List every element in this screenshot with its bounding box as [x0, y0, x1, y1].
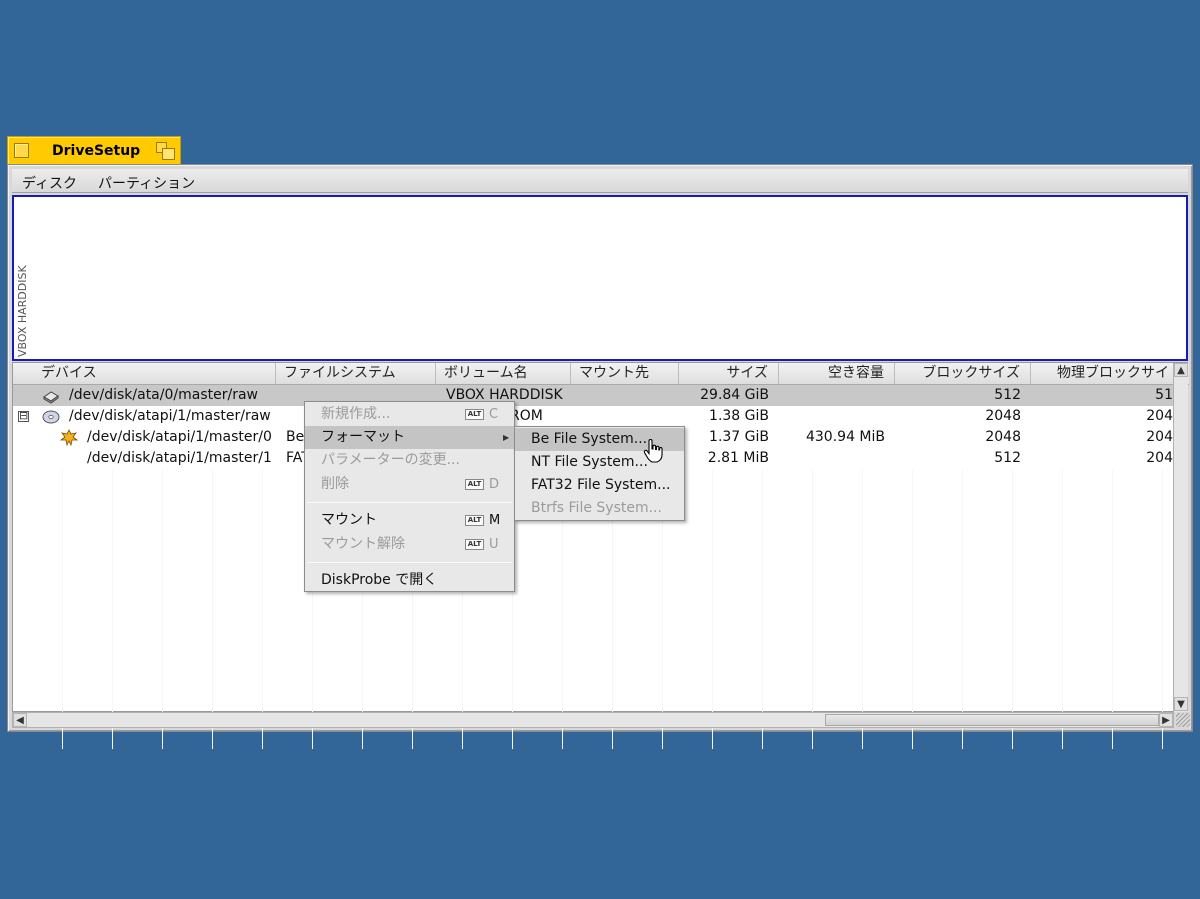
- menu-item-new-label: 新規作成...: [321, 406, 391, 422]
- table-row[interactable]: /dev/disk/ata/0/master/raw VBOX HARDDISK…: [13, 385, 1173, 406]
- cell-physical-block-size: 51: [1155, 387, 1173, 403]
- device-list[interactable]: デバイス ファイルシステム ボリューム名 マウント先 サイズ 空き容量 ブロック…: [12, 362, 1189, 749]
- horizontal-scroll-thumb[interactable]: [825, 714, 1159, 726]
- cell-size: 2.81 MiB: [707, 450, 769, 466]
- column-size[interactable]: サイズ: [679, 363, 779, 384]
- shortcut-mount: M: [489, 513, 501, 528]
- scroll-right-icon[interactable]: ▶: [1159, 713, 1173, 727]
- cell-block-size: 512: [994, 387, 1021, 403]
- window-title: DriveSetup: [52, 143, 141, 159]
- menu-item-format[interactable]: フォーマット ▶: [305, 426, 514, 449]
- cdrom-icon: [42, 410, 60, 424]
- menu-item-be-file-system-label: Be File System...: [531, 431, 648, 447]
- cell-device: /dev/disk/atapi/1/master/raw: [69, 408, 271, 424]
- cell-physical-block-size: 204: [1146, 450, 1173, 466]
- menu-item-mount-label: マウント: [321, 512, 377, 528]
- menu-item-change-parameters[interactable]: パラメーターの変更...: [305, 449, 514, 472]
- menu-item-format-label: フォーマット: [321, 429, 405, 445]
- column-free[interactable]: 空き容量: [779, 363, 895, 384]
- shortcut-new: C: [489, 407, 499, 422]
- column-filesystem[interactable]: ファイルシステム: [276, 363, 436, 384]
- menu-separator: [307, 562, 512, 563]
- menu-bar: ディスク パーティション: [12, 169, 1188, 193]
- scroll-left-icon[interactable]: ◀: [13, 713, 27, 727]
- submenu-arrow-icon: ▶: [503, 433, 510, 442]
- alt-key-icon: ALT: [465, 479, 484, 490]
- menu-item-delete-label: 削除: [321, 476, 349, 492]
- cell-size: 1.38 GiB: [709, 408, 769, 424]
- scroll-down-icon[interactable]: ▼: [1174, 697, 1188, 711]
- menu-item-btrfs-file-system-label: Btrfs File System...: [531, 500, 662, 516]
- haiku-leaf-icon: [60, 429, 78, 446]
- cell-volume: ROM: [510, 408, 543, 424]
- collapse-icon[interactable]: ⊟: [18, 410, 29, 422]
- zoom-large-icon: [162, 148, 175, 160]
- cell-free: 430.94 MiB: [805, 429, 885, 445]
- shortcut-unmount: U: [489, 537, 499, 552]
- menu-separator: [307, 502, 512, 503]
- context-menu: 新規作成... ALT C フォーマット ▶ パラメーターの変更... 削除 A…: [304, 401, 515, 592]
- horizontal-scrollbar[interactable]: ◀ ▶: [12, 712, 1174, 728]
- cell-device: /dev/disk/atapi/1/master/1: [87, 450, 272, 466]
- shortcut-delete: D: [489, 477, 500, 492]
- column-physical-block-size[interactable]: 物理ブロックサイ: [1031, 363, 1173, 384]
- alt-key-icon: ALT: [465, 515, 484, 526]
- alt-key-icon: ALT: [465, 539, 484, 550]
- vertical-scrollbar[interactable]: ▲ ▼: [1173, 363, 1188, 712]
- hand-cursor-icon: [643, 439, 663, 463]
- menu-disk[interactable]: ディスク: [22, 173, 77, 193]
- alt-key-icon: ALT: [465, 409, 484, 420]
- menu-item-unmount-label: マウント解除: [321, 536, 405, 552]
- cell-block-size: 2048: [985, 408, 1021, 424]
- cell-size: 29.84 GiB: [700, 387, 769, 403]
- menu-item-nt-file-system-label: NT File System...: [531, 454, 648, 470]
- cell-block-size: 512: [994, 450, 1021, 466]
- menu-item-open-diskprobe-label: DiskProbe で開く: [321, 572, 438, 588]
- resize-grip-icon[interactable]: [1176, 713, 1190, 727]
- window-tab[interactable]: DriveSetup: [7, 136, 181, 165]
- disk-map-label: VBOX HARDDISK: [16, 265, 29, 357]
- column-device[interactable]: デバイス: [13, 363, 276, 384]
- cell-device: /dev/disk/ata/0/master/raw: [69, 387, 258, 403]
- menu-item-fat32-file-system-label: FAT32 File System...: [531, 477, 671, 493]
- cell-size: 1.37 GiB: [709, 429, 769, 445]
- column-volume[interactable]: ボリューム名: [436, 363, 571, 384]
- menu-item-change-parameters-label: パラメーターの変更...: [321, 452, 460, 468]
- cell-block-size: 2048: [985, 429, 1021, 445]
- harddisk-icon: [43, 391, 59, 404]
- column-mount[interactable]: マウント先: [571, 363, 679, 384]
- menu-partition[interactable]: パーティション: [98, 173, 195, 193]
- menu-item-open-diskprobe[interactable]: DiskProbe で開く: [305, 569, 514, 592]
- column-header: デバイス ファイルシステム ボリューム名 マウント先 サイズ 空き容量 ブロック…: [13, 363, 1189, 385]
- close-button[interactable]: [14, 143, 29, 158]
- disk-map[interactable]: VBOX HARDDISK: [12, 195, 1188, 361]
- menu-item-btrfs-file-system[interactable]: Btrfs File System...: [515, 497, 684, 520]
- table-row[interactable]: ⊟ /dev/disk/atapi/1/master/raw ROM 1.38 …: [13, 406, 1173, 427]
- cell-physical-block-size: 204: [1146, 429, 1173, 445]
- zoom-button[interactable]: [156, 142, 176, 160]
- column-block-size[interactable]: ブロックサイズ: [895, 363, 1031, 384]
- cell-physical-block-size: 204: [1146, 408, 1173, 424]
- scroll-up-icon[interactable]: ▲: [1174, 363, 1188, 377]
- menu-item-fat32-file-system[interactable]: FAT32 File System...: [515, 474, 684, 497]
- cell-device: /dev/disk/atapi/1/master/0: [87, 429, 272, 445]
